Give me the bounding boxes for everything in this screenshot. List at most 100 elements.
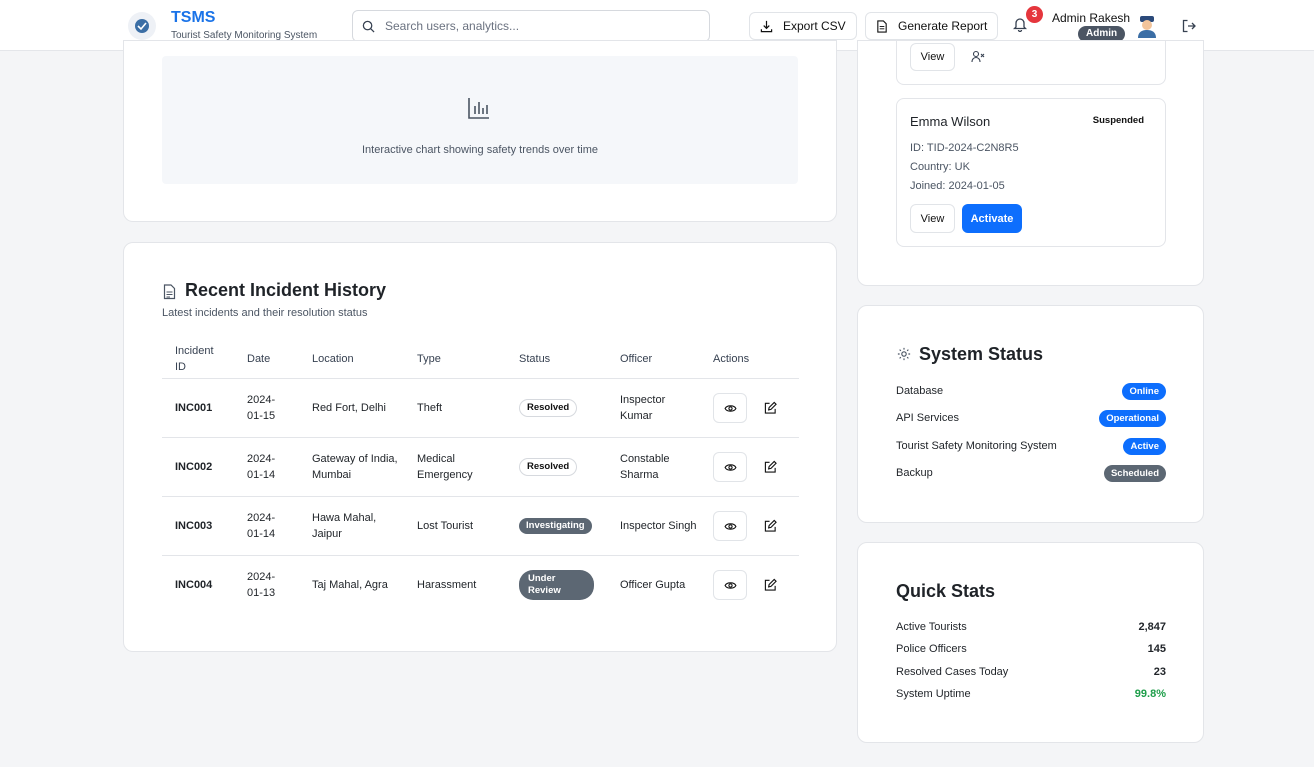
gear-icon (897, 347, 911, 361)
view-button[interactable]: View (910, 204, 955, 233)
app-logo[interactable] (128, 12, 156, 40)
incident-location: Hawa Mahal, Jaipur (312, 512, 377, 540)
edit-icon[interactable] (764, 519, 777, 533)
user-management-card: View Emma Wilson Suspended ID: TID-2024-… (857, 40, 1204, 286)
table-row: INC002 2024-01-14 Gateway of India, Mumb… (162, 437, 799, 496)
download-icon (760, 20, 773, 32)
column-header: Incident ID (175, 345, 214, 373)
view-button[interactable] (713, 393, 747, 423)
column-header: Location (312, 353, 354, 365)
user-card: Emma Wilson Suspended ID: TID-2024-C2N8R… (896, 98, 1166, 247)
incident-date: 2024-01-14 (247, 512, 276, 540)
column-header: Status (519, 353, 551, 365)
bar-chart-icon (468, 98, 489, 119)
incident-officer: Inspector Singh (620, 520, 697, 532)
stat-value: 23 (1153, 666, 1166, 678)
system-status-card: System Status Database Online API Servic… (857, 305, 1204, 523)
status-badge: Online (1122, 383, 1166, 400)
incident-date: 2024-01-15 (247, 394, 276, 422)
chart-caption: Interactive chart showing safety trends … (362, 144, 598, 156)
user-name: Admin Rakesh (1052, 11, 1131, 25)
status-label: Backup (896, 467, 933, 479)
stat-row: Active Tourists 2,847 (896, 621, 1166, 637)
user-card-name: Emma Wilson (910, 114, 991, 129)
incident-location: Gateway of India, Mumbai (312, 453, 398, 481)
section-title: Quick Stats (896, 581, 996, 601)
view-button[interactable] (713, 452, 747, 482)
incident-type: Lost Tourist (417, 520, 474, 532)
incident-id: INC002 (175, 461, 213, 473)
bell-icon[interactable] (1013, 16, 1027, 32)
view-label: View (920, 212, 945, 225)
avatar[interactable] (1136, 14, 1158, 38)
status-row: Tourist Safety Monitoring System Active (896, 438, 1166, 456)
eye-icon (723, 581, 737, 589)
user-country: Country: UK (910, 161, 970, 173)
activate-button[interactable]: Activate (962, 204, 1022, 233)
status-badge: Active (1123, 438, 1166, 455)
status-label: API Services (896, 412, 959, 424)
status-badge: Investigating (519, 518, 592, 534)
status-badge: Operational (1099, 410, 1166, 427)
status-label: Database (896, 385, 944, 397)
incident-history-card: Recent Incident History Latest incidents… (123, 242, 837, 652)
view-button[interactable] (713, 511, 747, 541)
activate-label: Activate (970, 212, 1014, 225)
search-box (352, 10, 710, 42)
incident-date: 2024-01-13 (247, 571, 276, 599)
edit-icon[interactable] (764, 578, 777, 592)
status-badge: Scheduled (1103, 465, 1166, 482)
export-csv-button[interactable]: Export CSV (749, 12, 857, 40)
quick-stats-card: Quick Stats Active Tourists 2,847 Police… (857, 542, 1204, 743)
section-subtitle: Latest incidents and their resolution st… (162, 307, 368, 319)
generate-report-label: Generate Report (898, 19, 988, 33)
stat-row: Police Officers 145 (896, 643, 1166, 659)
table-row: INC004 2024-01-13 Taj Mahal, Agra Harass… (162, 555, 799, 614)
edit-icon[interactable] (764, 401, 777, 415)
notification-badge: 3 (1026, 6, 1043, 23)
stat-label: Police Officers (896, 643, 967, 655)
search-input[interactable] (385, 17, 695, 35)
incident-type: Medical Emergency (417, 453, 473, 481)
user-card: View (896, 40, 1166, 85)
status-row: Backup Scheduled (896, 465, 1166, 483)
chart-placeholder: Interactive chart showing safety trends … (162, 56, 798, 184)
user-id: ID: TID-2024-C2N8R5 (910, 142, 1019, 154)
incident-id: INC004 (175, 579, 213, 591)
status-badge: Suspended (1092, 115, 1144, 126)
table-row: INC001 2024-01-15 Red Fort, Delhi Theft … (162, 378, 799, 437)
document-icon (877, 19, 887, 33)
incident-location: Taj Mahal, Agra (312, 579, 388, 591)
column-header: Date (247, 353, 271, 365)
user-x-icon[interactable] (971, 50, 985, 63)
column-header: Type (417, 353, 441, 365)
incident-officer: Officer Gupta (620, 579, 686, 591)
incident-date: 2024-01-14 (247, 453, 276, 481)
section-title: System Status (919, 344, 1044, 364)
status-badge: Resolved (519, 399, 578, 417)
safety-trends-card: Interactive chart showing safety trends … (123, 40, 837, 222)
search-icon (362, 20, 375, 33)
stat-label: Active Tourists (896, 621, 967, 633)
generate-report-button[interactable]: Generate Report (865, 12, 999, 40)
edit-icon[interactable] (764, 460, 777, 474)
stat-value: 145 (1147, 643, 1166, 655)
stat-label: System Uptime (896, 688, 971, 700)
status-row: Database Online (896, 383, 1166, 401)
status-badge: Under Review (519, 570, 594, 600)
eye-icon (723, 404, 737, 412)
eye-icon (723, 463, 737, 471)
stat-row: Resolved Cases Today 23 (896, 666, 1166, 682)
view-button[interactable] (713, 570, 747, 600)
document-icon (163, 284, 176, 300)
logout-icon[interactable] (1182, 19, 1196, 33)
incident-id: INC001 (175, 402, 213, 414)
status-row: API Services Operational (896, 410, 1166, 428)
stat-value: 99.8% (1134, 688, 1166, 700)
export-csv-label: Export CSV (783, 19, 846, 33)
view-label: View (920, 51, 945, 63)
column-header: Actions (713, 353, 750, 365)
column-header: Officer (620, 353, 653, 365)
incident-type: Theft (417, 402, 443, 414)
view-button[interactable]: View (910, 43, 955, 71)
